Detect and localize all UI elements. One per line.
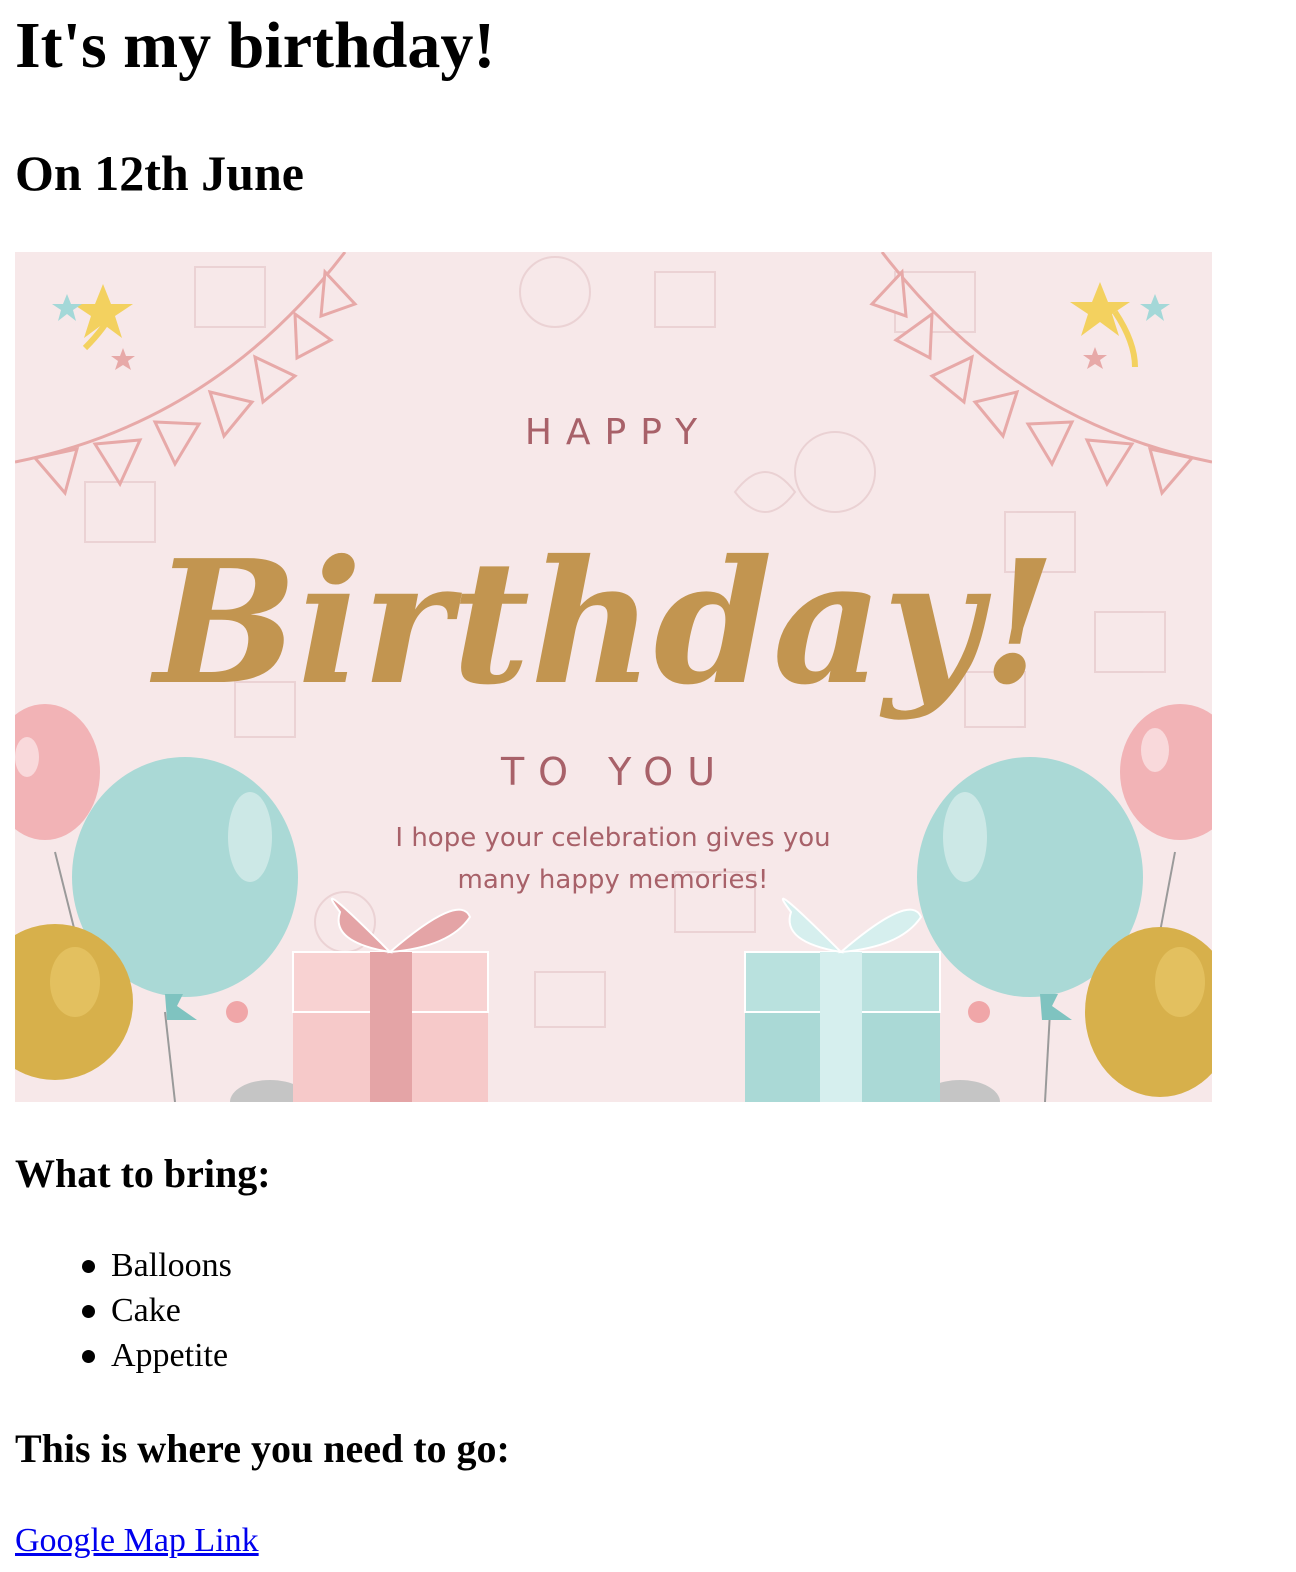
bullet-icon — [82, 1350, 95, 1363]
list-item: Balloons — [0, 1243, 232, 1288]
list-item: Appetite — [0, 1333, 232, 1378]
list-item-label: Balloons — [111, 1247, 232, 1284]
card-message-line2: many happy memories! — [458, 865, 769, 895]
birthday-card-image: HAPPY Birthday! TO YOU I hope your celeb… — [15, 252, 1212, 1102]
card-to-you-text: TO YOU — [500, 750, 729, 794]
event-date: On 12th June — [15, 145, 304, 201]
what-to-bring-heading: What to bring: — [15, 1151, 271, 1196]
google-map-link[interactable]: Google Map Link — [15, 1518, 259, 1564]
bring-list: Balloons Cake Appetite — [0, 1243, 232, 1378]
card-message-line1: I hope your celebration gives you — [395, 823, 830, 853]
bullet-icon — [82, 1260, 95, 1273]
page-title: It's my birthday! — [15, 9, 496, 82]
list-item: Cake — [0, 1288, 232, 1333]
card-birthday-text: Birthday! — [150, 523, 1056, 723]
list-item-label: Appetite — [111, 1337, 229, 1374]
bullet-icon — [82, 1305, 95, 1318]
list-item-label: Cake — [111, 1292, 181, 1329]
location-heading: This is where you need to go: — [15, 1426, 510, 1471]
card-happy-text: HAPPY — [525, 412, 711, 453]
